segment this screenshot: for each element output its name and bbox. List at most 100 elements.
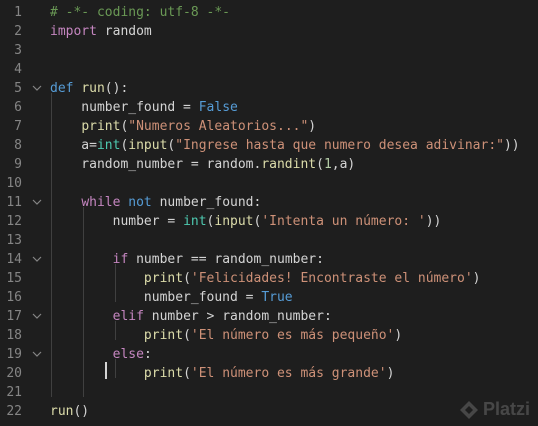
indent-guide bbox=[115, 359, 116, 378]
line-number: 21 bbox=[6, 385, 22, 400]
text-cursor bbox=[105, 362, 107, 379]
indent-guide bbox=[51, 93, 52, 397]
code-token: number_found = bbox=[50, 100, 199, 115]
code-token: print bbox=[143, 328, 184, 343]
code-text: def run(): bbox=[50, 79, 128, 98]
line-number: 12 bbox=[6, 214, 22, 229]
line-number: 1 bbox=[14, 5, 22, 20]
line-number: 8 bbox=[14, 138, 22, 153]
line-number: 22 bbox=[6, 404, 22, 419]
code-line[interactable]: 4 bbox=[0, 60, 538, 79]
line-number: 16 bbox=[6, 290, 22, 305]
code-token: number_found: bbox=[151, 195, 262, 210]
code-line[interactable]: 5 def run(): bbox=[0, 79, 538, 98]
code-line[interactable]: 16 number_found = True bbox=[0, 288, 538, 307]
indent-guide bbox=[115, 264, 116, 302]
code-text: a=int(input("Ingrese hasta que numero de… bbox=[50, 136, 520, 155]
code-token: 1 bbox=[323, 157, 332, 172]
code-token: "Ingrese hasta que numero desea adivinar… bbox=[175, 138, 504, 153]
code-line[interactable]: 9 random_number = random.randint(1,a) bbox=[0, 155, 538, 174]
code-line[interactable]: 20 print('El número es más grande') bbox=[0, 364, 538, 383]
fold-chevron-icon[interactable] bbox=[32, 250, 44, 269]
code-line[interactable]: 2 import random bbox=[0, 22, 538, 41]
fold-chevron-icon[interactable] bbox=[32, 193, 44, 212]
code-line[interactable]: 1 # -*- coding: utf-8 -*- bbox=[0, 3, 538, 22]
code-token: 'El número es más grande' bbox=[190, 366, 387, 381]
code-token: number = bbox=[50, 214, 184, 229]
code-line[interactable]: 19 else: bbox=[0, 345, 538, 364]
line-number: 13 bbox=[6, 233, 22, 248]
code-token: number > random_number: bbox=[143, 309, 332, 324]
code-line[interactable]: 10 bbox=[0, 174, 538, 193]
code-line[interactable]: 6 number_found = False bbox=[0, 98, 538, 117]
code-line[interactable]: 15 print('Felicidades! Encontraste el nú… bbox=[0, 269, 538, 288]
code-line[interactable]: 7 print("Numeros Aleatorios...") bbox=[0, 117, 538, 136]
fold-chevron-icon[interactable] bbox=[32, 345, 44, 364]
code-token: # -*- coding: utf-8 -*- bbox=[50, 5, 231, 20]
line-number: 11 bbox=[6, 195, 22, 210]
code-text: random_number = random.randint(1,a) bbox=[50, 155, 355, 174]
code-line[interactable]: 12 number = int(input('Intenta un número… bbox=[0, 212, 538, 231]
code-line[interactable]: 18 print('El número es más pequeño') bbox=[0, 326, 538, 345]
line-number: 14 bbox=[6, 252, 22, 267]
code-line[interactable]: 17 elif number > random_number: bbox=[0, 307, 538, 326]
code-token: )) bbox=[503, 138, 520, 153]
line-number: 5 bbox=[14, 81, 22, 96]
line-number: 3 bbox=[14, 43, 22, 58]
code-token: random bbox=[96, 24, 152, 39]
code-line[interactable]: 3 bbox=[0, 41, 538, 60]
code-line[interactable]: 11 while not number_found: bbox=[0, 193, 538, 212]
line-number: 6 bbox=[14, 100, 22, 115]
code-token: True bbox=[261, 290, 293, 305]
code-token: ) bbox=[386, 366, 395, 381]
line-number: 2 bbox=[14, 24, 22, 39]
code-text: elif number > random_number: bbox=[50, 307, 332, 326]
code-text: run() bbox=[50, 402, 89, 421]
code-token: ) bbox=[394, 328, 403, 343]
code-text: print('El número es más pequeño') bbox=[50, 326, 402, 345]
line-number: 9 bbox=[14, 157, 22, 172]
code-token: int bbox=[96, 138, 121, 153]
code-line[interactable]: 13 bbox=[0, 231, 538, 250]
code-token: ) bbox=[308, 119, 317, 134]
code-token: 'Intenta un número: ' bbox=[261, 214, 426, 229]
line-number: 20 bbox=[6, 366, 22, 381]
code-token: import bbox=[50, 24, 97, 39]
code-text: import random bbox=[50, 22, 152, 41]
code-line[interactable]: 14 if number == random_number: bbox=[0, 250, 538, 269]
code-token: ( bbox=[183, 271, 191, 286]
code-token: ( bbox=[316, 157, 324, 172]
indent-guide bbox=[83, 207, 84, 397]
code-token: while bbox=[81, 195, 121, 210]
code-token: 'Felicidades! Encontraste el número' bbox=[190, 271, 473, 286]
code-line[interactable]: 8 a=int(input("Ingrese hasta que numero … bbox=[0, 136, 538, 155]
code-token: elif bbox=[112, 309, 144, 324]
code-token: ( bbox=[183, 366, 191, 381]
code-token: : bbox=[143, 347, 152, 362]
code-text: if number == random_number: bbox=[50, 250, 324, 269]
code-token: input bbox=[214, 214, 254, 229]
code-token: run bbox=[81, 81, 105, 96]
code-token: ( bbox=[183, 328, 191, 343]
code-token: run bbox=[50, 404, 74, 419]
platzi-logo-icon bbox=[459, 400, 478, 419]
code-text: number_found = True bbox=[50, 288, 293, 307]
fold-chevron-icon[interactable] bbox=[32, 307, 44, 326]
fold-chevron-icon[interactable] bbox=[32, 79, 44, 98]
code-token: )) bbox=[425, 214, 442, 229]
line-number: 7 bbox=[14, 119, 22, 134]
line-number: 17 bbox=[6, 309, 22, 324]
code-token: print bbox=[81, 119, 121, 134]
line-number: 19 bbox=[6, 347, 22, 362]
line-number: 10 bbox=[6, 176, 22, 191]
code-line[interactable]: 21 bbox=[0, 383, 538, 402]
code-line[interactable]: 22 run() bbox=[0, 402, 538, 421]
code-editor[interactable]: 1 # -*- coding: utf-8 -*- 2 import random 3 4… bbox=[0, 0, 538, 426]
code-token: () bbox=[73, 404, 90, 419]
